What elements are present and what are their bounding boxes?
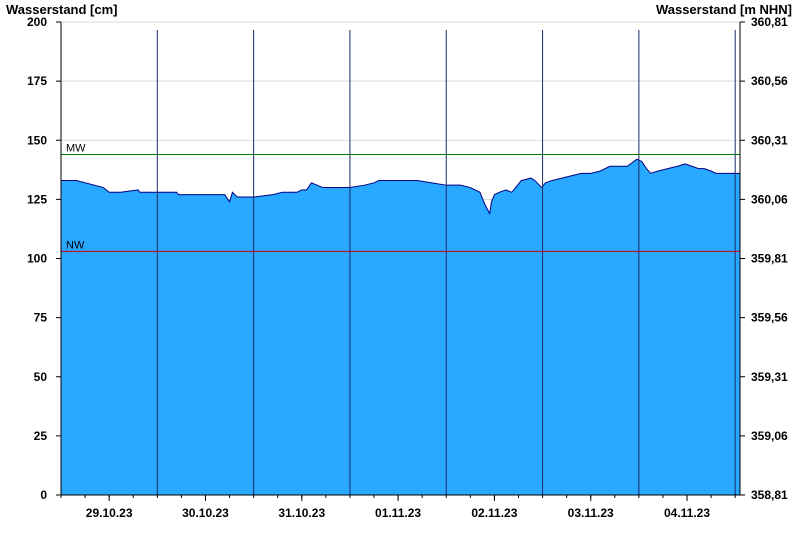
x-tick-label: 30.10.23 (182, 506, 229, 520)
reference-label-nw: NW (66, 239, 85, 251)
x-tick-label: 03.11.23 (568, 506, 614, 520)
y-tick-label-left: 50 (34, 370, 48, 384)
y-tick-label-left: 175 (27, 74, 47, 88)
x-tick-label: 29.10.23 (86, 506, 133, 520)
y-tick-label-right: 360,31 (751, 133, 788, 147)
y-tick-label-left: 150 (27, 133, 47, 147)
water-level-chart: MW NW 0 358,81 25 359,06 50 359,31 75 359,56 100 3… (27, 15, 788, 520)
reference-label-mw: MW (66, 142, 86, 154)
y-tick-label-right: 359,56 (751, 311, 788, 325)
y-tick-label-right: 359,31 (751, 370, 788, 384)
y-tick-label-right: 358,81 (751, 488, 788, 502)
y-tick-label-left: 0 (40, 488, 47, 502)
y-tick-label-left: 100 (27, 252, 47, 266)
y-tick-label-left: 200 (27, 15, 47, 29)
y-tick-label-left: 125 (27, 192, 47, 206)
y-tick-label-right: 359,06 (751, 429, 788, 443)
x-tick-label: 31.10.23 (278, 506, 325, 520)
x-tick-label: 01.11.23 (375, 506, 421, 520)
y-tick-label-right: 360,56 (751, 74, 788, 88)
x-tick-label: 04.11.23 (664, 506, 710, 520)
y-tick-label-right: 359,81 (751, 252, 788, 266)
y-tick-label-left: 75 (34, 311, 48, 325)
y-tick-label-left: 25 (34, 429, 48, 443)
x-tick-label: 02.11.23 (471, 506, 517, 520)
y-tick-label-right: 360,81 (751, 15, 788, 29)
water-level-area (61, 159, 740, 496)
area-layer (61, 158, 740, 496)
y-tick-label-right: 360,06 (751, 192, 788, 206)
